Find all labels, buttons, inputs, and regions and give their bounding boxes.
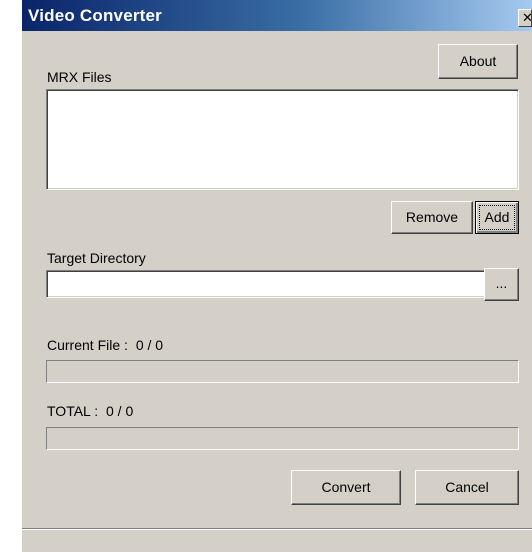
mrx-files-list[interactable]: [46, 89, 519, 190]
total-label-text: TOTAL :: [47, 403, 99, 419]
about-button-label: About: [459, 53, 497, 69]
target-directory-input[interactable]: [46, 270, 501, 298]
cancel-button-label: Cancel: [445, 479, 489, 495]
status-bar: [22, 528, 532, 552]
cancel-button[interactable]: Cancel: [415, 470, 519, 505]
target-directory-label: Target Directory: [47, 250, 146, 266]
total-label: TOTAL : 0 / 0: [47, 403, 133, 419]
mrx-files-label: MRX Files: [47, 69, 112, 85]
video-converter-window: Video Converter ✕ About MRX Files Remove…: [22, 0, 532, 552]
current-file-progress-bar: [46, 360, 519, 383]
convert-button[interactable]: Convert: [291, 470, 401, 505]
browse-button[interactable]: ...: [484, 268, 519, 301]
current-file-counter: 0 / 0: [135, 337, 164, 353]
current-file-label-text: Current File :: [47, 337, 128, 353]
focus-rectangle: [479, 205, 515, 230]
browse-button-label: ...: [495, 275, 508, 291]
close-icon: ✕: [522, 10, 532, 25]
title-bar[interactable]: Video Converter ✕: [22, 0, 532, 31]
remove-button[interactable]: Remove: [391, 201, 473, 234]
remove-button-label: Remove: [405, 209, 459, 225]
window-title: Video Converter: [28, 6, 163, 25]
total-progress-bar: [46, 427, 519, 450]
close-button[interactable]: ✕: [518, 9, 532, 27]
current-file-label: Current File : 0 / 0: [47, 337, 163, 353]
convert-button-label: Convert: [321, 479, 371, 495]
about-button[interactable]: About: [438, 44, 518, 79]
add-button[interactable]: Add: [475, 201, 519, 234]
total-counter: 0 / 0: [105, 403, 134, 419]
